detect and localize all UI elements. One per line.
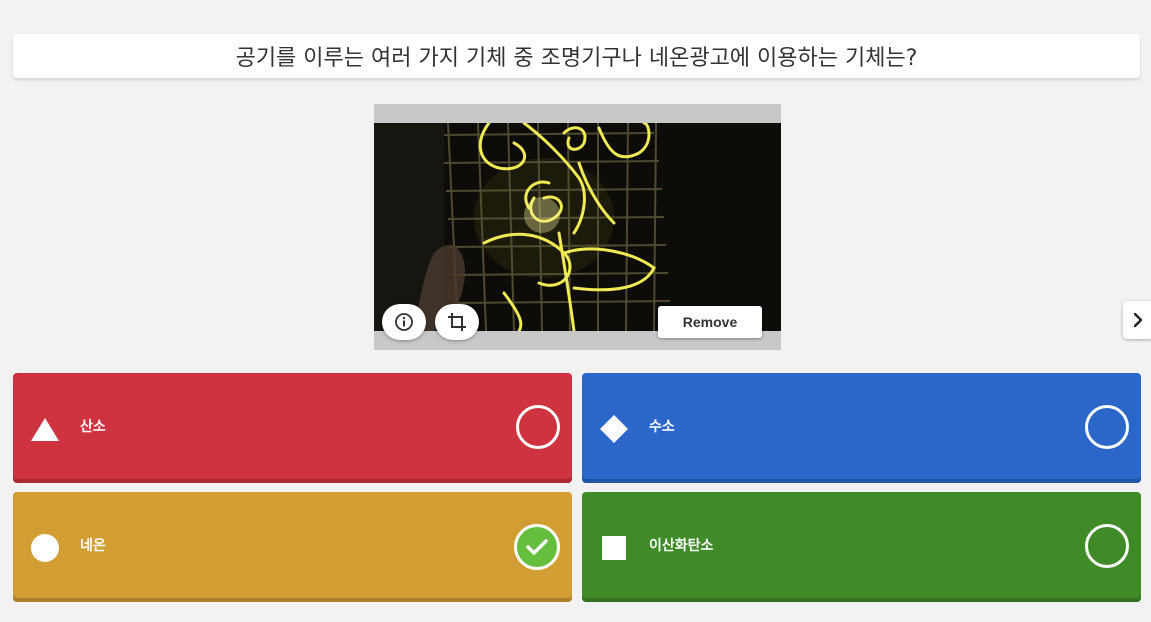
answer-label-1[interactable]: 산소 bbox=[80, 416, 106, 436]
answer-option-2[interactable]: 수소 bbox=[582, 373, 1141, 483]
answer-option-3[interactable]: 네온 bbox=[13, 492, 572, 602]
answer-label-2[interactable]: 수소 bbox=[649, 416, 675, 436]
neon-flower-image bbox=[374, 123, 781, 331]
answer-label-3[interactable]: 네온 bbox=[80, 535, 106, 555]
next-slide-button[interactable] bbox=[1123, 301, 1151, 339]
mark-correct-toggle-4[interactable] bbox=[1085, 524, 1129, 568]
info-icon bbox=[395, 313, 413, 331]
mark-correct-toggle-3[interactable] bbox=[514, 524, 560, 570]
answer-option-1[interactable]: 산소 bbox=[13, 373, 572, 483]
chevron-right-icon bbox=[1133, 312, 1143, 328]
image-crop-button[interactable] bbox=[435, 304, 479, 340]
circle-icon bbox=[31, 534, 59, 562]
remove-button-label: Remove bbox=[682, 314, 738, 330]
question-text[interactable]: 공기를 이루는 여러 가지 기체 중 조명기구나 네온광고에 이용하는 기체는? bbox=[236, 40, 918, 72]
image-info-button[interactable] bbox=[382, 304, 426, 340]
mark-correct-toggle-2[interactable] bbox=[1085, 405, 1129, 449]
diamond-icon bbox=[600, 415, 628, 443]
remove-image-button[interactable]: Remove bbox=[658, 306, 762, 338]
square-icon bbox=[602, 536, 626, 560]
question-title-bar[interactable]: 공기를 이루는 여러 가지 기체 중 조명기구나 네온광고에 이용하는 기체는? bbox=[13, 34, 1140, 78]
mark-correct-toggle-1[interactable] bbox=[516, 405, 560, 449]
triangle-icon bbox=[31, 418, 59, 441]
checkmark-icon bbox=[526, 539, 548, 555]
crop-icon bbox=[448, 313, 466, 331]
answer-label-4[interactable]: 이산화탄소 bbox=[649, 535, 713, 555]
answer-option-4[interactable]: 이산화탄소 bbox=[582, 492, 1141, 602]
